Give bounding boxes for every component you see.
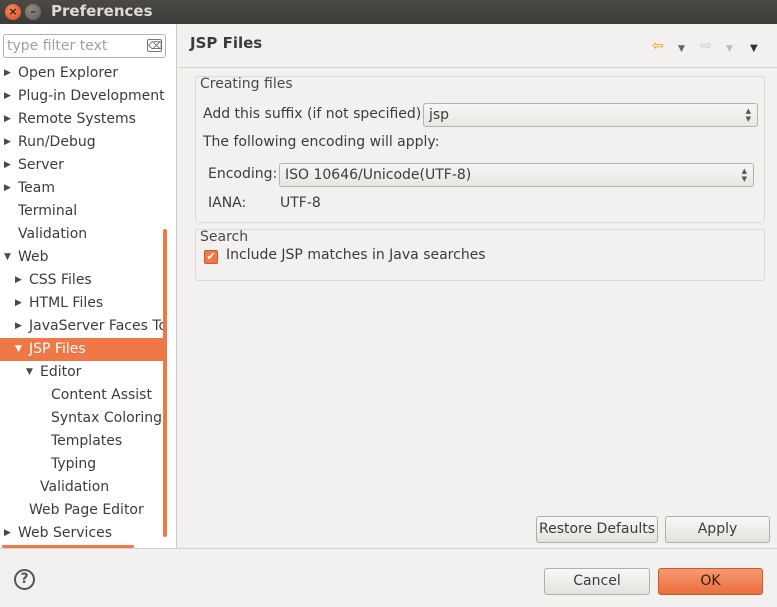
collapsed-arrow-icon[interactable]: ▶ xyxy=(4,85,14,108)
search-title: Search xyxy=(200,229,249,245)
back-arrow-icon[interactable]: ⇦ xyxy=(652,38,664,54)
encoding-value: ISO 10646/Unicode(UTF-8) xyxy=(285,167,472,183)
tree-item[interactable]: ▶ Web Services xyxy=(0,522,166,545)
tree-item-label: Terminal xyxy=(18,203,78,219)
tree-item-label: Remote Systems xyxy=(18,111,136,127)
dialog-footer: ? Cancel OK xyxy=(0,548,777,607)
collapsed-arrow-icon[interactable]: ▶ xyxy=(15,292,25,315)
tree-item-label: Validation xyxy=(18,226,88,242)
combo-updown-icon: ▲ ▼ xyxy=(745,107,751,123)
tree-item-label: Typing xyxy=(51,456,97,472)
tree-item[interactable]: ▶ CSS Files xyxy=(0,269,166,292)
preferences-tree: ▶ Open Explorer ▶ Plug-in Development ▶ Remot… xyxy=(0,62,166,545)
tree-item-label: Plug-in Development xyxy=(18,88,165,104)
tree-item[interactable]: ▼ Editor xyxy=(0,361,166,384)
tree-item[interactable]: Validation xyxy=(0,476,166,499)
collapsed-arrow-icon[interactable]: ▶ xyxy=(15,315,25,338)
restore-defaults-button[interactable]: Restore Defaults xyxy=(536,516,658,543)
tree-item-label: Syntax Coloring xyxy=(51,410,163,426)
search-group: Search ✔ Include JSP matches in Java sea… xyxy=(195,229,765,281)
close-window-button[interactable]: × xyxy=(5,4,21,20)
forward-arrow-icon[interactable]: ⇨ xyxy=(700,38,712,54)
preferences-sidebar: ⌫ ▶Open Explorer▶Plug-in Development▶Rem… xyxy=(0,24,177,548)
ok-button[interactable]: OK xyxy=(658,568,763,595)
tree-item-label: Content Assist xyxy=(51,387,152,403)
tree-item[interactable]: Content Assist xyxy=(0,384,166,407)
expanded-arrow-icon[interactable]: ▼ xyxy=(4,246,14,269)
window-title: Preferences xyxy=(51,2,153,20)
tree-item-label: Open Explorer xyxy=(18,65,119,81)
collapsed-arrow-icon[interactable]: ▶ xyxy=(15,269,25,292)
tree-item[interactable]: ▶ HTML Files xyxy=(0,292,166,315)
combo-updown-icon: ▲ ▼ xyxy=(741,167,747,183)
tree-item[interactable]: ▼ Web xyxy=(0,246,166,269)
encoding-label: Encoding: xyxy=(208,166,278,182)
expanded-arrow-icon[interactable]: ▼ xyxy=(26,361,36,384)
creating-files-title: Creating files xyxy=(200,76,293,92)
suffix-value: jsp xyxy=(429,107,450,123)
page-title: JSP Files xyxy=(190,34,263,52)
tree-item[interactable]: Typing xyxy=(0,453,166,476)
tree-item-label: Web Page Editor xyxy=(29,502,144,518)
tree-item[interactable]: Templates xyxy=(0,430,166,453)
iana-value: UTF-8 xyxy=(280,195,321,211)
back-history-dropdown-icon[interactable]: ▼ xyxy=(678,41,685,57)
creating-files-group: Creating files Add this suffix (if not s… xyxy=(195,76,765,223)
tree-item[interactable]: Web Page Editor xyxy=(0,499,166,522)
iana-label: IANA: xyxy=(208,195,247,211)
tree-item-label: CSS Files xyxy=(29,272,92,288)
collapsed-arrow-icon[interactable]: ▶ xyxy=(4,177,14,200)
suffix-label: Add this suffix (if not specified): xyxy=(203,106,426,122)
tree-item-label: Web xyxy=(18,249,49,265)
tree-item-label: Templates xyxy=(51,433,123,449)
tree-item-label: Web Services xyxy=(18,525,113,541)
collapsed-arrow-icon[interactable]: ▶ xyxy=(4,108,14,131)
tree-item-label: Run/Debug xyxy=(18,134,96,150)
tree-item[interactable]: ▶ Plug-in Development xyxy=(0,85,166,108)
expanded-arrow-icon[interactable]: ▼ xyxy=(15,338,25,361)
include-jsp-checkbox[interactable]: ✔ xyxy=(204,250,218,264)
suffix-combo[interactable]: jsp ▲ ▼ xyxy=(423,103,758,127)
apply-button[interactable]: Apply xyxy=(665,516,770,543)
encoding-intro-text: The following encoding will apply: xyxy=(203,134,440,150)
tree-item[interactable]: Terminal xyxy=(0,200,166,223)
tree-item[interactable]: ▼ JSP Files xyxy=(0,338,166,361)
tree-item[interactable]: ▶ Team xyxy=(0,177,166,200)
tree-item-label: JavaServer Faces Tools xyxy=(29,318,166,334)
collapsed-arrow-icon[interactable]: ▶ xyxy=(4,131,14,154)
tree-item-label: Server xyxy=(18,157,64,173)
preference-page: JSP Files ⇦ ▼ ⇨ ▼ ▼ Creating files Add t… xyxy=(178,24,777,548)
include-jsp-label[interactable]: Include JSP matches in Java searches xyxy=(226,247,486,263)
encoding-combo[interactable]: ISO 10646/Unicode(UTF-8) ▲ ▼ xyxy=(279,163,754,187)
title-bar: × – Preferences xyxy=(0,0,777,24)
tree-item-label: Validation xyxy=(40,479,110,495)
page-header: JSP Files ⇦ ▼ ⇨ ▼ ▼ xyxy=(178,24,777,68)
tree-item[interactable]: ▶ Server xyxy=(0,154,166,177)
collapsed-arrow-icon[interactable]: ▶ xyxy=(4,522,14,545)
tree-item[interactable]: ▶ Remote Systems xyxy=(0,108,166,131)
clear-filter-icon[interactable]: ⌫ xyxy=(147,39,162,52)
collapsed-arrow-icon[interactable]: ▶ xyxy=(4,62,14,85)
collapsed-arrow-icon[interactable]: ▶ xyxy=(4,154,14,177)
filter-input[interactable] xyxy=(4,35,139,57)
tree-item-label: HTML Files xyxy=(29,295,104,311)
filter-box: ⌫ xyxy=(3,34,166,58)
help-icon[interactable]: ? xyxy=(14,569,35,590)
tree-item[interactable]: Syntax Coloring xyxy=(0,407,166,430)
minimize-window-button[interactable]: – xyxy=(25,4,41,20)
tree-item[interactable]: ▶ Run/Debug xyxy=(0,131,166,154)
tree-item[interactable]: ▶ Open Explorer xyxy=(0,62,166,85)
view-menu-icon[interactable]: ▼ xyxy=(750,41,758,57)
tree-item[interactable]: ▶JavaServer Faces Tools xyxy=(0,315,166,338)
forward-history-dropdown-icon[interactable]: ▼ xyxy=(726,41,733,57)
tree-item-label: Editor xyxy=(40,364,82,380)
tree-item[interactable]: Validation xyxy=(0,223,166,246)
tree-item-label: Team xyxy=(18,180,56,196)
tree-vertical-scrollbar[interactable] xyxy=(163,229,167,537)
cancel-button[interactable]: Cancel xyxy=(544,568,650,595)
tree-item-label: JSP Files xyxy=(29,341,86,357)
